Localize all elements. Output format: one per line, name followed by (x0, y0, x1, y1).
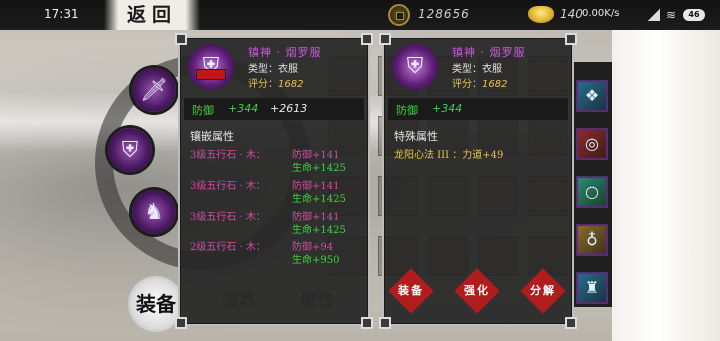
score-label: 评分： (452, 79, 482, 90)
item-type: 类型：衣服 (452, 64, 502, 75)
wifi-icon: ≋ (666, 8, 677, 22)
armor-icon: ⛨ (121, 137, 139, 163)
panel-corner (361, 317, 373, 329)
special-attribute: 龙阳心法 III ：力道+49 (394, 150, 504, 161)
defense-row: 防御 +344 +2613 (184, 98, 364, 120)
signal-icon (648, 9, 660, 21)
belt-icon[interactable]: ♁ (576, 224, 608, 256)
panel-corner (565, 33, 577, 45)
score-label: 评分： (248, 79, 278, 90)
sword-icon: 🗡 (140, 77, 168, 103)
panel-corner (379, 33, 391, 45)
panel-corner (379, 317, 391, 329)
network-speed: 0.00K/s (582, 8, 620, 19)
item-type: 类型：衣服 (248, 64, 298, 75)
gem-attr: 生命+1425 (292, 194, 346, 205)
forge-button-label: 强化 (464, 284, 490, 297)
forge-button[interactable]: 强化 (454, 268, 500, 314)
dismantle-button[interactable]: 分解 (520, 268, 566, 314)
panel-corner (361, 33, 373, 45)
sword-slot[interactable]: 🗡 (132, 68, 176, 112)
clock: 17:31 (44, 7, 79, 21)
boots-slot[interactable]: ♞ (132, 190, 176, 234)
copper-coin-icon (388, 4, 410, 26)
gem-attr: 生命+1425 (292, 163, 346, 174)
equipped-tag (196, 69, 226, 80)
status-bar: 17:31 返回 128656 140 0.00K/s ≋ 46 (0, 0, 720, 30)
panel-corner (175, 317, 187, 329)
ingot-count: 140 (560, 7, 583, 21)
right-paper-panel (612, 30, 720, 341)
defense-extra: +2613 (270, 102, 308, 115)
item-strip: ❖ ◎ ○ ♁ ♜ (572, 62, 612, 307)
item-score: 评分：1682 (452, 75, 507, 90)
boots-icon: ♞ (144, 199, 164, 225)
equip-button[interactable]: 装备 (388, 268, 434, 314)
gem-name: 3级五行石 · 木： (190, 150, 266, 161)
defense-value: +344 (432, 102, 463, 115)
jade-pendant-icon[interactable]: ❖ (576, 80, 608, 112)
panel-corner (565, 317, 577, 329)
bracelet-icon[interactable]: ◎ (576, 128, 608, 160)
gem-name: 3级五行石 · 木： (190, 181, 266, 192)
helmet-icon[interactable]: ♜ (576, 272, 608, 304)
item-name: 镇神 · 烟罗服 (452, 46, 526, 59)
robe-icon: ⛨ (188, 44, 234, 90)
score-value: 1682 (482, 79, 508, 90)
section-title: 镶嵌属性 (190, 130, 234, 143)
gem-attr: 生命+1425 (292, 225, 346, 236)
section-title: 特殊属性 (394, 130, 438, 143)
equipped-item-tooltip: ⛨ 镇神 · 烟罗服 类型：衣服 评分：1682 防御 +344 +2613 镶… (175, 33, 373, 329)
robe-icon: ⛨ (392, 44, 438, 90)
armor-slot[interactable]: ⛨ (108, 128, 152, 172)
item-score: 评分：1682 (248, 75, 303, 90)
score-value: 1682 (278, 79, 304, 90)
defense-label: 防御 (396, 104, 418, 117)
necklace-icon[interactable]: ○ (576, 176, 608, 208)
selected-item-tooltip: ⛨ 镇神 · 烟罗服 类型：衣服 评分：1682 防御 +344 特殊属性 龙阳… (379, 33, 577, 329)
equip-button-label: 装备 (398, 284, 424, 297)
gem-attr: 生命+950 (292, 255, 340, 266)
coin-count: 128656 (418, 7, 470, 21)
gem-name: 2级五行石 · 木： (190, 242, 266, 253)
gold-ingot-icon (528, 6, 554, 23)
defense-value: +344 (228, 102, 259, 115)
panel-corner (175, 33, 187, 45)
battery-icon: 46 (683, 9, 705, 21)
item-name: 镇神 · 烟罗服 (248, 46, 322, 59)
dismantle-button-label: 分解 (530, 284, 556, 297)
defense-row: 防御 +344 (388, 98, 568, 120)
gem-name: 3级五行石 · 木： (190, 212, 266, 223)
back-button[interactable]: 返回 (104, 0, 200, 30)
defense-label: 防御 (192, 104, 214, 117)
